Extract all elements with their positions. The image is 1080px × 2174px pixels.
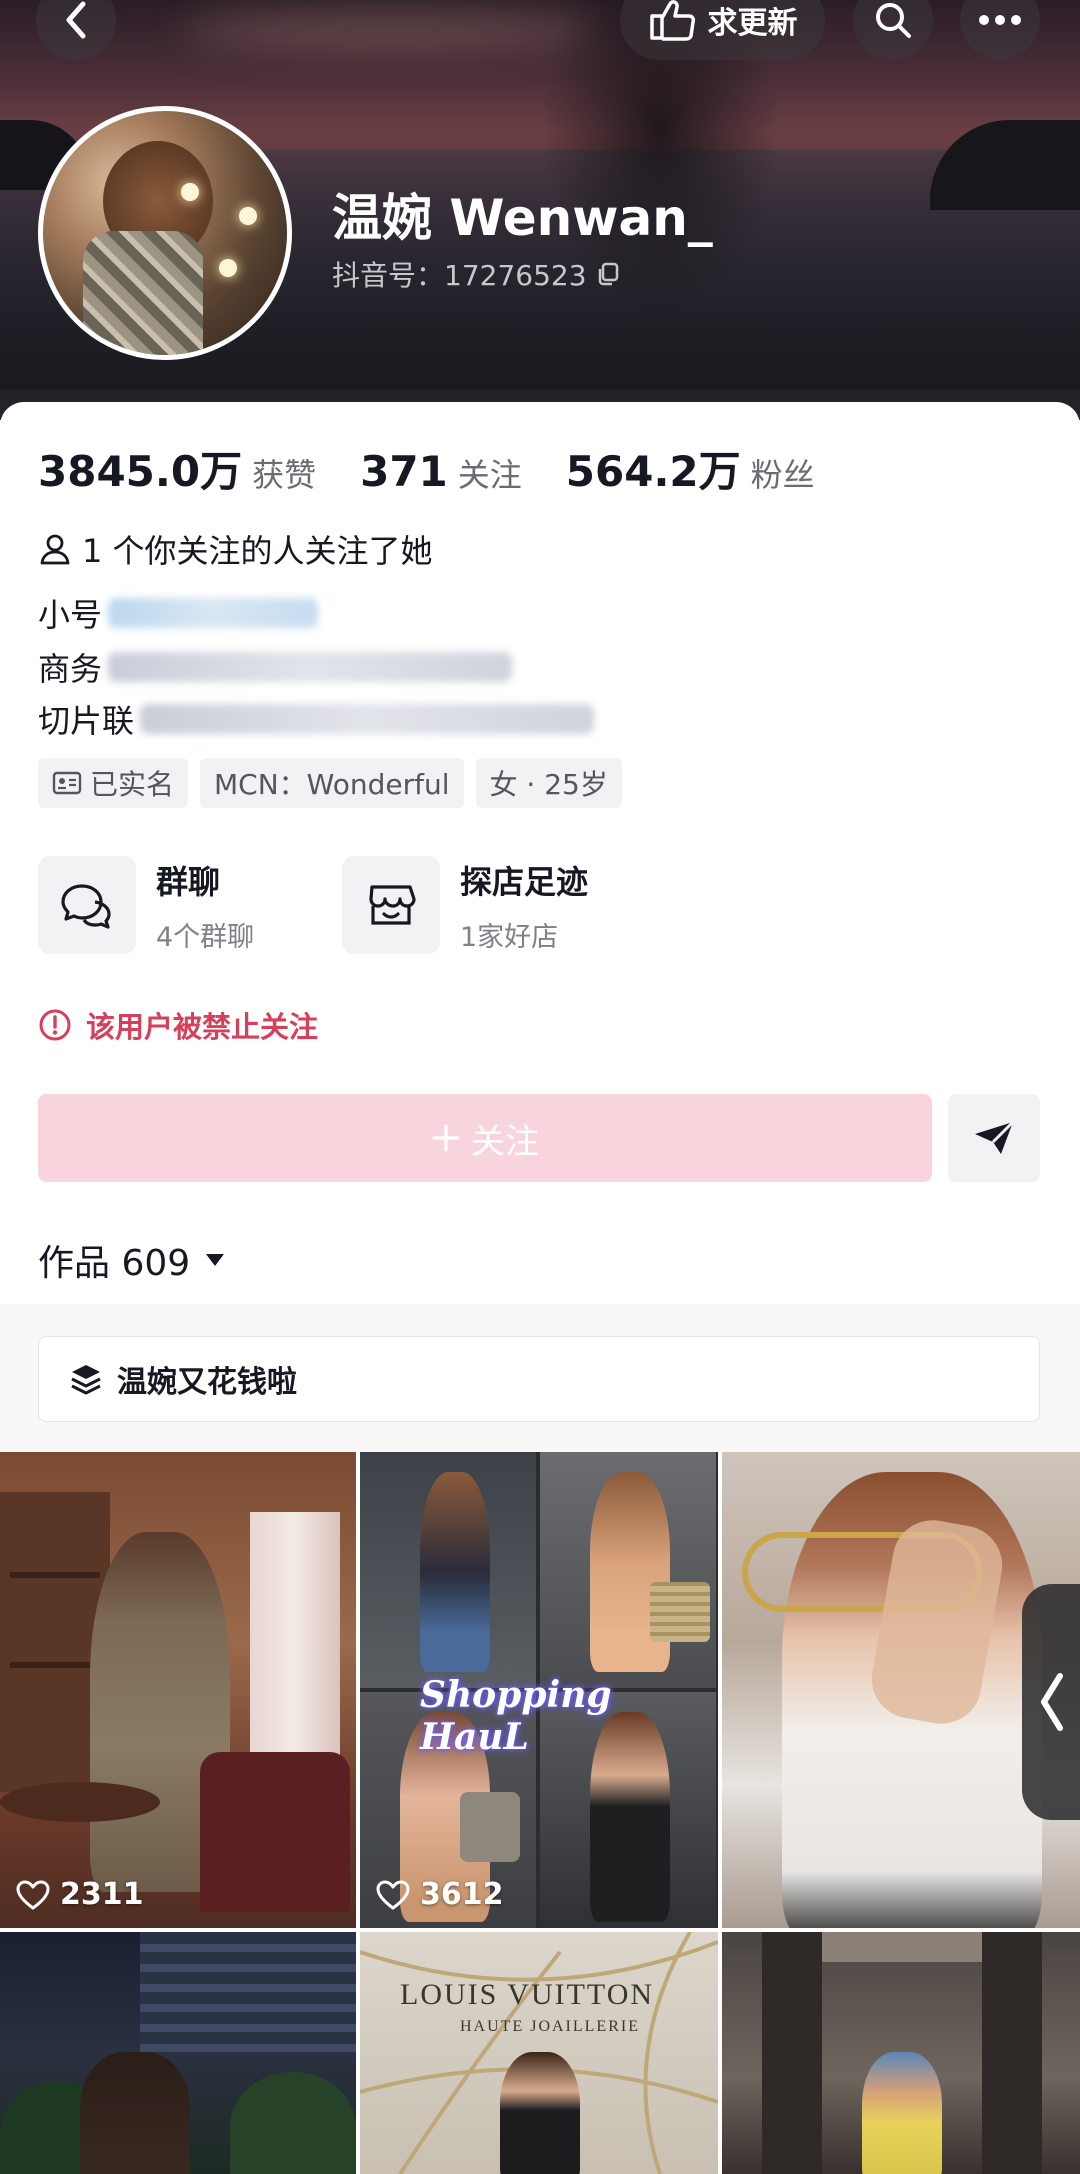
mutual-follow-text: 1 个你关注的人关注了她 — [82, 532, 433, 570]
likes-count-text: 2311 — [60, 1877, 144, 1912]
layers-icon — [71, 1365, 101, 1395]
works-tab-label: 作品 609 — [38, 1243, 191, 1284]
alert-circle-icon — [39, 1009, 71, 1041]
heart-icon — [16, 1880, 50, 1909]
group-chat-sub: 4个群聊 — [156, 921, 255, 953]
blurred-alt-account[interactable] — [108, 598, 319, 628]
follow-button[interactable]: 关注 — [38, 1094, 932, 1182]
bio-line-business: 商务 — [38, 644, 513, 690]
tag-gender-age: 女 · 25岁 — [475, 758, 622, 808]
tag-mcn-label: MCN：Wonderful — [214, 768, 450, 801]
collection-entry[interactable]: 温婉又花钱啦 — [38, 1336, 1040, 1422]
tag-gender-age-label: 女 · 25岁 — [489, 768, 608, 801]
likes-count-text: 3612 — [420, 1877, 504, 1912]
video-tile[interactable]: LOUIS VUITTON HAUTE JOAILLERIE — [360, 1932, 718, 2174]
tag-verified-label: 已实名 — [90, 768, 175, 801]
bio-line-alt-account: 小号 — [38, 590, 319, 636]
follow-banned-warning: 该用户被禁止关注 — [38, 1004, 318, 1046]
overlay-text: Shopping HauL — [420, 1674, 612, 1758]
profile-name: 温婉 Wenwan_ — [332, 189, 713, 247]
douyin-id[interactable]: 抖音号：17276523 — [332, 254, 621, 294]
person-icon — [40, 534, 70, 565]
shop-icon — [369, 885, 416, 925]
group-chat-title: 群聊 — [156, 862, 221, 901]
group-chat-icon-box — [38, 856, 136, 954]
likes-count: 2311 — [16, 1877, 144, 1912]
stats-row: 3845.0万 获赞 371 关注 564.2万 粉丝 — [38, 438, 815, 499]
group-chat-entry[interactable]: 群聊 4个群聊 — [38, 856, 254, 954]
video-tile[interactable]: 2311 — [0, 1452, 356, 1928]
message-button[interactable] — [948, 1094, 1040, 1182]
video-grid: 2311 Shopping HauL 3612 LOUIS VUITTON HA… — [0, 1452, 1080, 2174]
shop-visit-entry[interactable]: 探店足迹 1家好店 — [342, 856, 588, 954]
blurred-clips-contact — [140, 704, 595, 734]
profile-tags: 已实名 MCN：Wonderful 女 · 25岁 — [38, 758, 622, 808]
plus-icon — [432, 1124, 460, 1152]
collection-title: 温婉又花钱啦 — [117, 1365, 297, 1400]
chevron-left-icon — [1041, 1673, 1063, 1731]
more-dots-icon — [979, 15, 1021, 25]
tag-mcn[interactable]: MCN：Wonderful — [200, 758, 464, 808]
bio-line-clips: 切片联 — [38, 696, 595, 742]
bio-label-alt-account: 小号 — [38, 596, 103, 634]
stat-following[interactable]: 371 关注 — [360, 447, 522, 496]
chevron-left-icon — [66, 1, 86, 39]
avatar[interactable] — [38, 106, 292, 360]
blurred-business-contact — [108, 652, 513, 682]
shop-visit-title: 探店足迹 — [460, 862, 589, 901]
tag-verified[interactable]: 已实名 — [38, 758, 189, 808]
copy-icon[interactable] — [595, 261, 621, 287]
stat-likes-value: 3845.0万 — [38, 447, 243, 496]
follow-banned-text: 该用户被禁止关注 — [86, 1010, 319, 1044]
side-panel-handle[interactable] — [1022, 1584, 1080, 1820]
stat-followers[interactable]: 564.2万 粉丝 — [566, 438, 815, 499]
stat-followers-label: 粉丝 — [750, 456, 815, 494]
shop-visit-sub: 1家好店 — [460, 921, 559, 953]
stat-following-value: 371 — [360, 447, 448, 496]
search-icon — [876, 3, 911, 38]
video-tile[interactable]: Shopping HauL 3612 — [360, 1452, 718, 1928]
bio-label-clips: 切片联 — [38, 702, 135, 740]
stat-likes: 3845.0万 获赞 — [38, 438, 316, 499]
douyin-id-text: 抖音号：17276523 — [332, 259, 587, 292]
hand-point-icon — [649, 0, 695, 41]
request-update-label: 求更新 — [707, 6, 798, 41]
mutual-follow-row[interactable]: 1 个你关注的人关注了她 — [38, 526, 433, 572]
chat-bubbles-icon — [61, 884, 111, 929]
caret-down-icon — [206, 1254, 225, 1266]
follow-button-label: 关注 — [471, 1121, 539, 1162]
stat-followers-value: 564.2万 — [565, 447, 741, 496]
stat-following-label: 关注 — [457, 456, 522, 494]
works-tab[interactable]: 作品 609 — [38, 1234, 226, 1286]
id-card-icon — [52, 771, 82, 795]
heart-icon — [376, 1880, 410, 1909]
send-plane-icon — [975, 1120, 1015, 1154]
likes-count: 3612 — [376, 1877, 504, 1912]
video-tile[interactable] — [0, 1932, 356, 2174]
stat-likes-label: 获赞 — [252, 456, 317, 494]
overlay-subtext: HAUTE JOAILLERIE — [460, 2018, 640, 2035]
overlay-text: LOUIS VUITTON — [400, 1978, 655, 2011]
shop-icon-box — [342, 856, 440, 954]
video-tile[interactable] — [722, 1932, 1080, 2174]
bio-label-business: 商务 — [38, 650, 103, 688]
request-update-button[interactable]: 求更新 — [620, 0, 825, 60]
